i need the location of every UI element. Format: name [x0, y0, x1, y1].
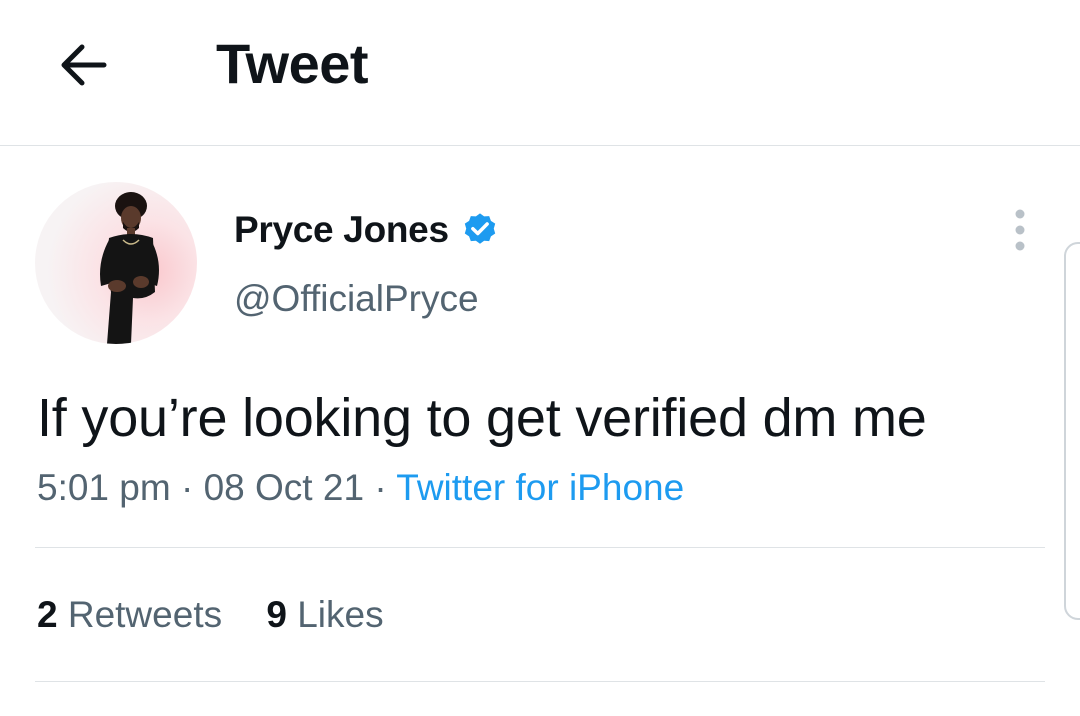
divider	[35, 547, 1045, 548]
user-handle[interactable]: @OfficialPryce	[234, 274, 479, 324]
retweets-count: 2	[37, 594, 58, 635]
avatar-photo	[100, 192, 159, 344]
back-button[interactable]	[50, 34, 116, 96]
tweet-source-link[interactable]: Twitter for iPhone	[396, 467, 684, 508]
meta-separator: ·	[374, 467, 387, 508]
likes-label: Likes	[297, 594, 384, 635]
retweets-stat[interactable]: 2 Retweets	[37, 594, 232, 635]
more-vertical-icon	[1015, 209, 1025, 251]
likes-count: 9	[266, 594, 287, 635]
avatar[interactable]	[35, 182, 197, 344]
side-panel-edge	[1064, 242, 1080, 620]
arrow-left-icon	[61, 44, 107, 86]
tweet-text: If you’re looking to get verified dm me	[37, 388, 927, 448]
likes-stat[interactable]: 9 Likes	[266, 594, 383, 635]
meta-separator: ·	[180, 467, 194, 508]
tweet-date: 08 Oct 21	[203, 467, 365, 508]
top-app-bar: Tweet	[0, 0, 1080, 146]
retweets-label: Retweets	[67, 594, 223, 635]
engagement-stats: 2 Retweets 9 Likes	[37, 590, 418, 640]
divider	[35, 681, 1045, 682]
author-name-row[interactable]: Pryce Jones	[234, 202, 499, 258]
page-title: Tweet	[216, 32, 369, 95]
display-name[interactable]: Pryce Jones	[234, 209, 449, 251]
verified-badge-icon	[461, 211, 499, 249]
tweet-meta: 5:01 pm · 08 Oct 21 · Twitter for iPhone	[37, 462, 684, 514]
tweet-time: 5:01 pm	[37, 467, 171, 508]
more-options-button[interactable]	[1000, 206, 1040, 254]
